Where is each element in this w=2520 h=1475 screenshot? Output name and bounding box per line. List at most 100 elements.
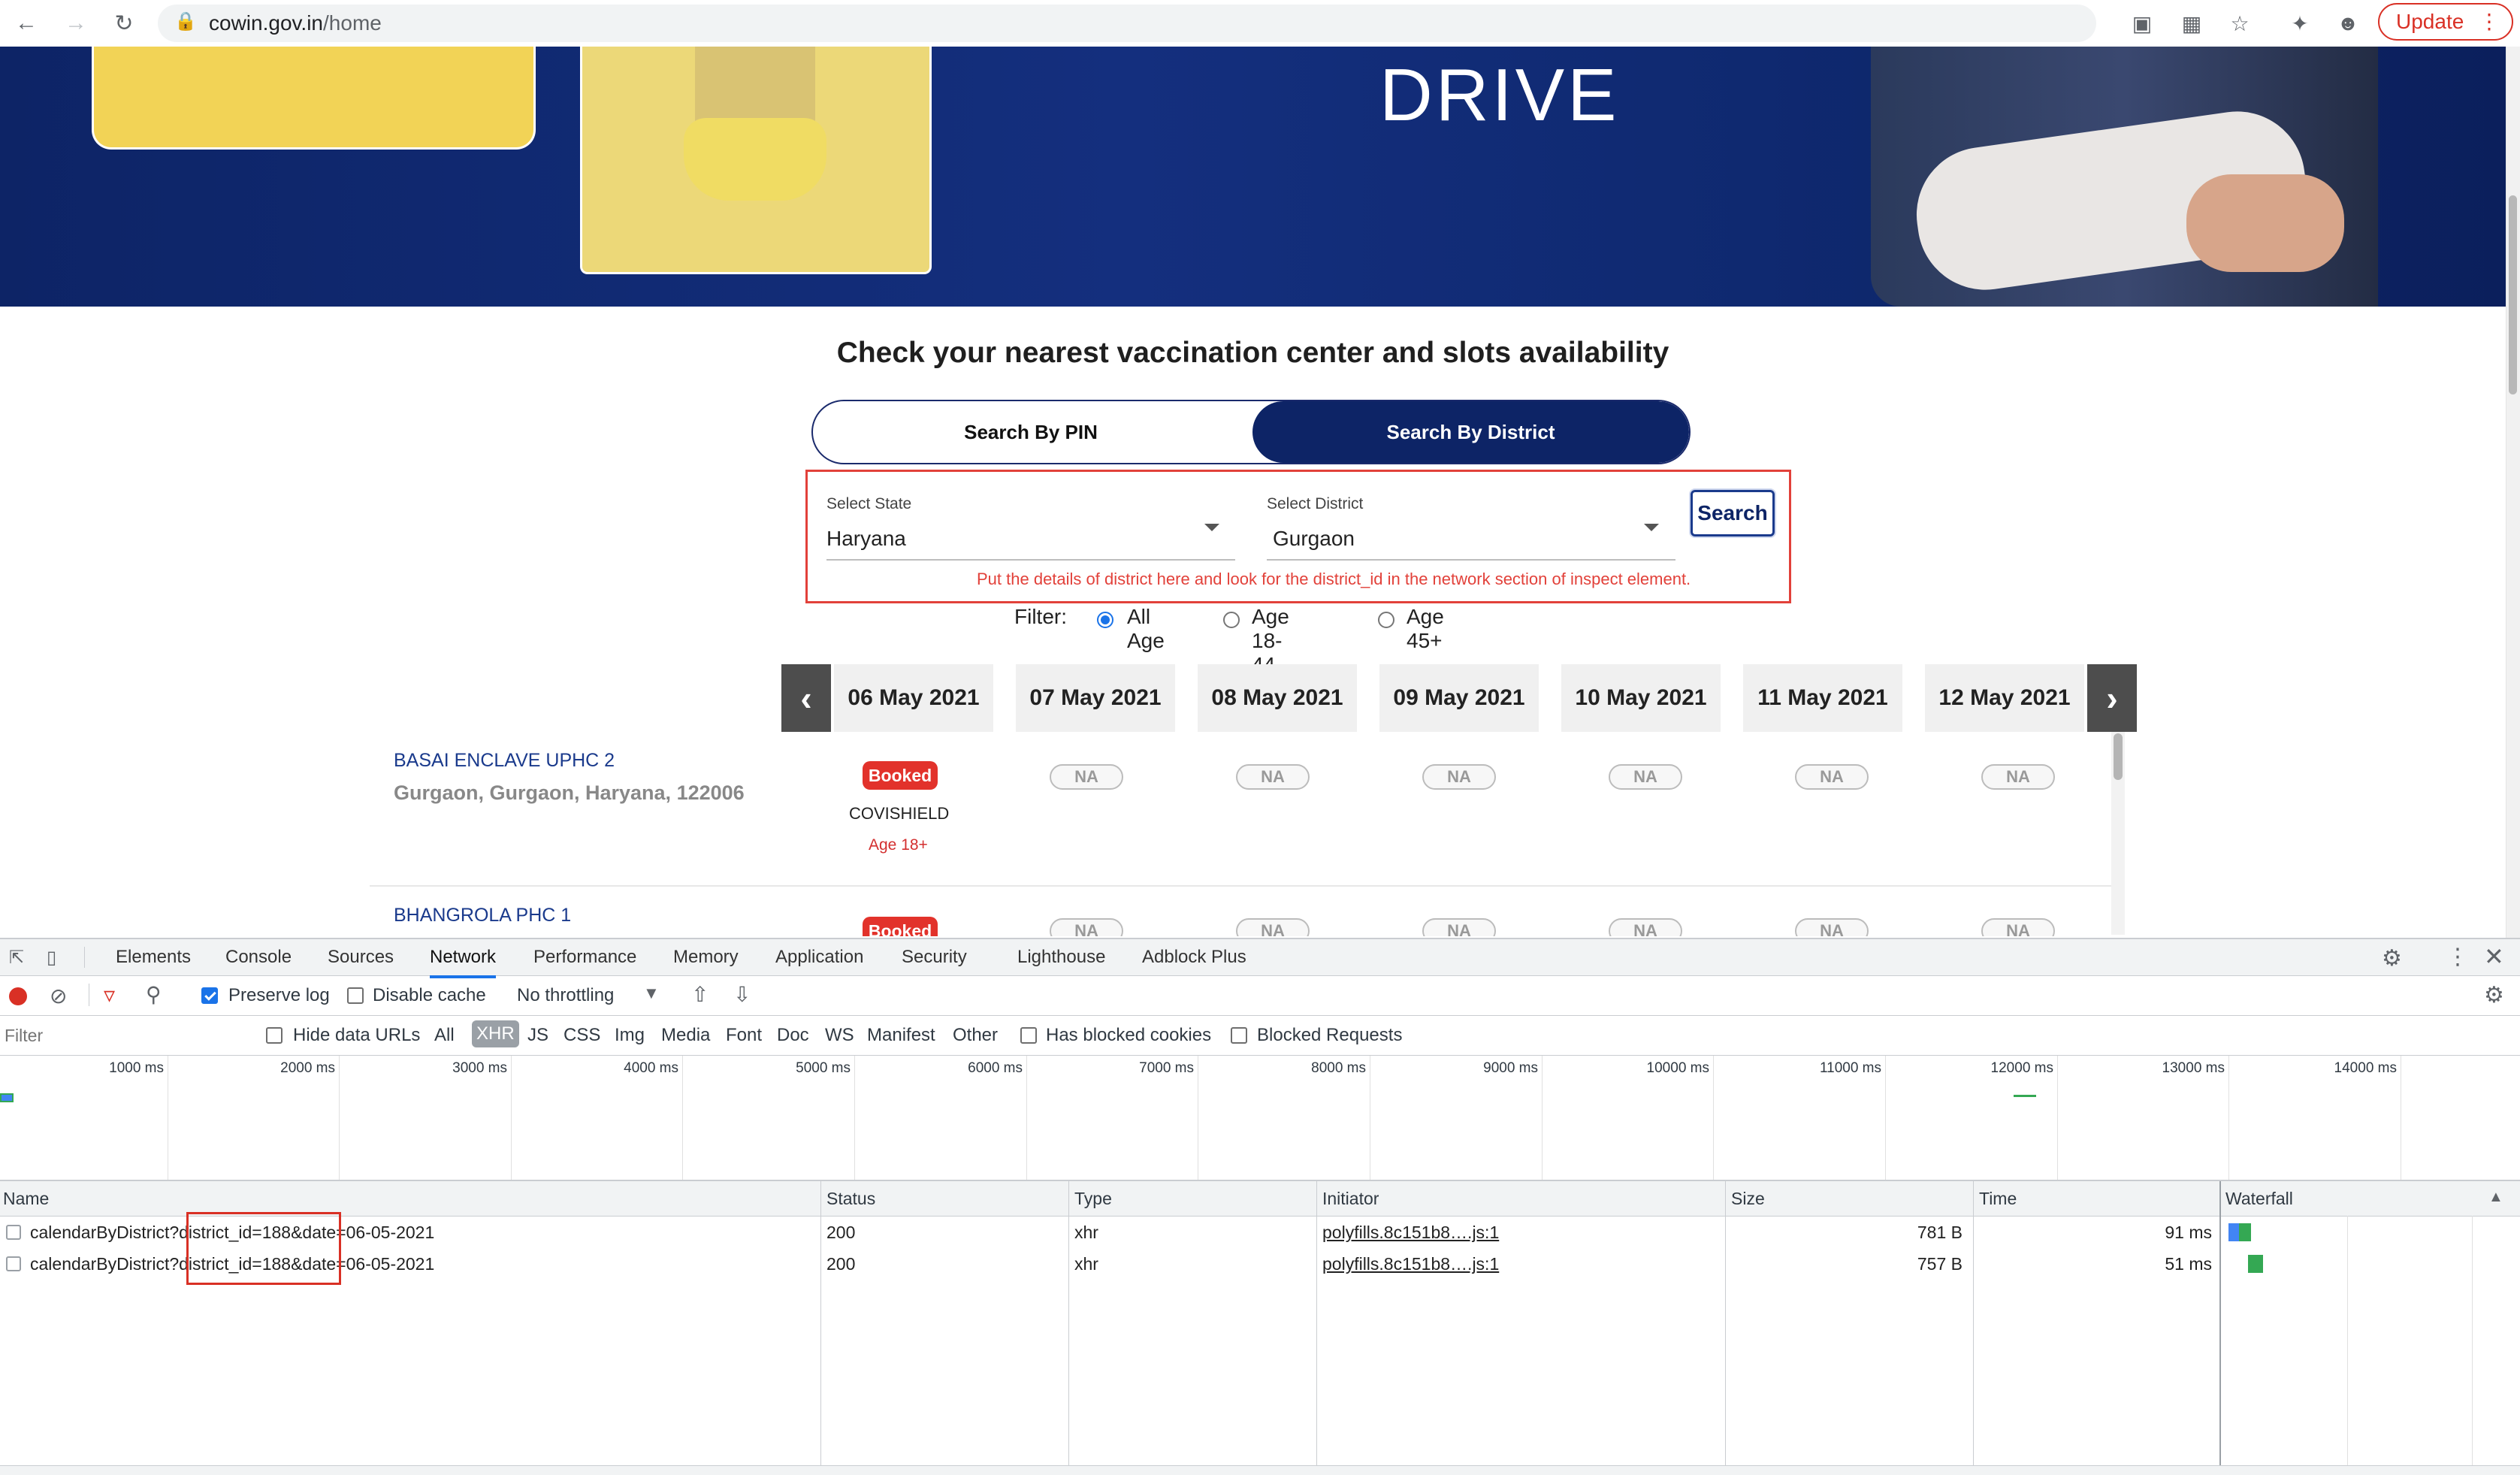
disable-cache-checkbox[interactable] [347,987,364,1004]
type-filter-ws[interactable]: WS [825,1025,854,1046]
url-text[interactable]: cowin.gov.in/home [209,8,382,39]
sort-ascending-icon[interactable]: ▲ [2488,1189,2503,1206]
has-blocked-cookies-label[interactable]: Has blocked cookies [1046,1025,1211,1046]
type-filter-font[interactable]: Font [726,1025,762,1046]
blocked-requests-label[interactable]: Blocked Requests [1257,1025,1402,1046]
table-row[interactable]: calendarByDistrict?district_id=188&date=… [0,1216,2520,1247]
column-name[interactable]: Name [3,1189,49,1209]
prev-dates-chevron-icon[interactable]: ‹ [781,664,831,732]
type-filter-other[interactable]: Other [953,1025,998,1046]
date-cell[interactable]: 11 May 2021 [1743,664,1902,732]
date-cell[interactable]: 09 May 2021 [1379,664,1539,732]
network-overview-timeline[interactable]: 1000 ms 2000 ms 3000 ms 4000 ms 5000 ms … [0,1056,2520,1181]
cast-icon[interactable]: ▣ [2126,8,2158,39]
booked-badge[interactable]: Booked [863,917,938,936]
column-size[interactable]: Size [1731,1189,1765,1209]
network-settings-gear-icon[interactable]: ⚙ [2484,982,2504,1008]
column-type[interactable]: Type [1074,1189,1112,1209]
device-toolbar-icon[interactable]: ▯ [47,947,69,969]
more-options-icon[interactable]: ⋮ [2446,944,2469,970]
close-devtools-icon[interactable]: ✕ [2484,942,2504,971]
has-blocked-cookies-checkbox[interactable] [1020,1027,1037,1044]
date-cell[interactable]: 10 May 2021 [1561,664,1721,732]
filter-funnel-icon[interactable]: ▿ [104,982,115,1008]
tab-performance[interactable]: Performance [533,939,636,975]
date-cell[interactable]: 08 May 2021 [1198,664,1357,732]
back-icon[interactable]: ← [11,8,42,39]
center-name[interactable]: BASAI ENCLAVE UPHC 2 [394,750,615,772]
radio-all-age[interactable] [1097,612,1113,628]
reload-icon[interactable]: ↻ [108,8,140,39]
tab-adblock-plus[interactable]: Adblock Plus [1142,939,1246,975]
hide-data-urls-label[interactable]: Hide data URLs [293,1025,420,1046]
tab-lighthouse[interactable]: Lighthouse [1017,939,1105,975]
filter-input[interactable] [3,1022,246,1049]
settings-gear-icon[interactable]: ⚙ [2382,945,2402,972]
preserve-log-checkbox[interactable] [201,987,218,1004]
type-filter-xhr[interactable]: XHR [472,1020,519,1047]
extensions-puzzle-icon[interactable]: ✦ [2284,8,2316,39]
more-menu-icon[interactable]: ⋮ [2479,9,2500,34]
update-button[interactable]: Update ⋮ [2378,3,2513,41]
table-row[interactable]: calendarByDistrict?district_id=188&date=… [0,1247,2520,1279]
import-har-icon[interactable]: ⇧ [691,982,709,1007]
tab-elements[interactable]: Elements [116,939,191,975]
tab-search-by-district[interactable]: Search By District [1252,401,1689,463]
type-filter-js[interactable]: JS [527,1025,548,1046]
search-icon[interactable]: ⚲ [146,982,162,1007]
column-status[interactable]: Status [826,1189,875,1209]
date-cell[interactable]: 07 May 2021 [1016,664,1175,732]
export-har-icon[interactable]: ⇩ [733,982,751,1007]
type-filter-css[interactable]: CSS [564,1025,600,1046]
request-initiator-link[interactable]: polyfills.8c151b8….js:1 [1322,1254,1499,1274]
tab-console[interactable]: Console [225,939,292,975]
center-name[interactable]: BHANGROLA PHC 1 [394,905,571,926]
type-filter-manifest[interactable]: Manifest [867,1025,935,1046]
tab-memory[interactable]: Memory [673,939,739,975]
column-initiator[interactable]: Initiator [1322,1189,1379,1209]
forward-icon[interactable]: → [60,8,92,39]
next-dates-chevron-icon[interactable]: › [2087,664,2137,732]
state-select[interactable]: Haryana [826,527,906,551]
tab-network[interactable]: Network [430,939,497,978]
tab-application[interactable]: Application [775,939,863,975]
radio-age-18-44[interactable] [1223,612,1240,628]
profile-avatar-icon[interactable]: ☻ [2332,8,2364,39]
column-time[interactable]: Time [1979,1189,2017,1209]
results-scrollbar-thumb[interactable] [2114,733,2123,780]
district-dropdown-arrow-icon[interactable] [1644,524,1659,531]
tab-security[interactable]: Security [902,939,967,975]
clear-icon[interactable]: ⊘ [50,984,67,1008]
tab-search-by-pin[interactable]: Search By PIN [813,401,1249,463]
radio-all-age-label[interactable]: All Age [1127,605,1165,653]
type-filter-media[interactable]: Media [661,1025,710,1046]
type-filter-img[interactable]: Img [615,1025,645,1046]
throttling-chevron-down-icon[interactable]: ▼ [643,984,660,1003]
column-waterfall[interactable]: Waterfall [2225,1189,2293,1209]
district-select[interactable]: Gurgaon [1273,527,1355,551]
inspect-element-icon[interactable]: ⇱ [9,947,32,969]
page-scrollbar-thumb[interactable] [2509,195,2517,394]
preserve-log-label[interactable]: Preserve log [228,985,330,1006]
request-initiator-link[interactable]: polyfills.8c151b8….js:1 [1322,1223,1499,1243]
address-bar[interactable] [158,5,2096,42]
booked-badge[interactable]: Booked [863,761,938,790]
throttling-select[interactable]: No throttling [517,985,614,1006]
type-filter-all[interactable]: All [434,1025,455,1046]
search-button[interactable]: Search [1691,490,1775,537]
disable-cache-label[interactable]: Disable cache [373,985,486,1006]
radio-age-45-plus-label[interactable]: Age 45+ [1407,605,1444,653]
date-cell[interactable]: 06 May 2021 [834,664,993,732]
page-scrollbar[interactable] [2506,47,2520,938]
record-icon[interactable] [9,987,27,1005]
bookmark-star-icon[interactable]: ☆ [2224,8,2256,39]
radio-age-45-plus[interactable] [1378,612,1394,628]
type-filter-doc[interactable]: Doc [777,1025,809,1046]
tab-sources[interactable]: Sources [328,939,394,975]
blocked-requests-checkbox[interactable] [1231,1027,1247,1044]
date-cell[interactable]: 12 May 2021 [1925,664,2084,732]
state-dropdown-arrow-icon[interactable] [1204,524,1219,531]
hide-data-urls-checkbox[interactable] [266,1027,283,1044]
lock-icon[interactable]: 🔒 [174,11,198,35]
qr-code-icon[interactable]: ▦ [2176,8,2207,39]
